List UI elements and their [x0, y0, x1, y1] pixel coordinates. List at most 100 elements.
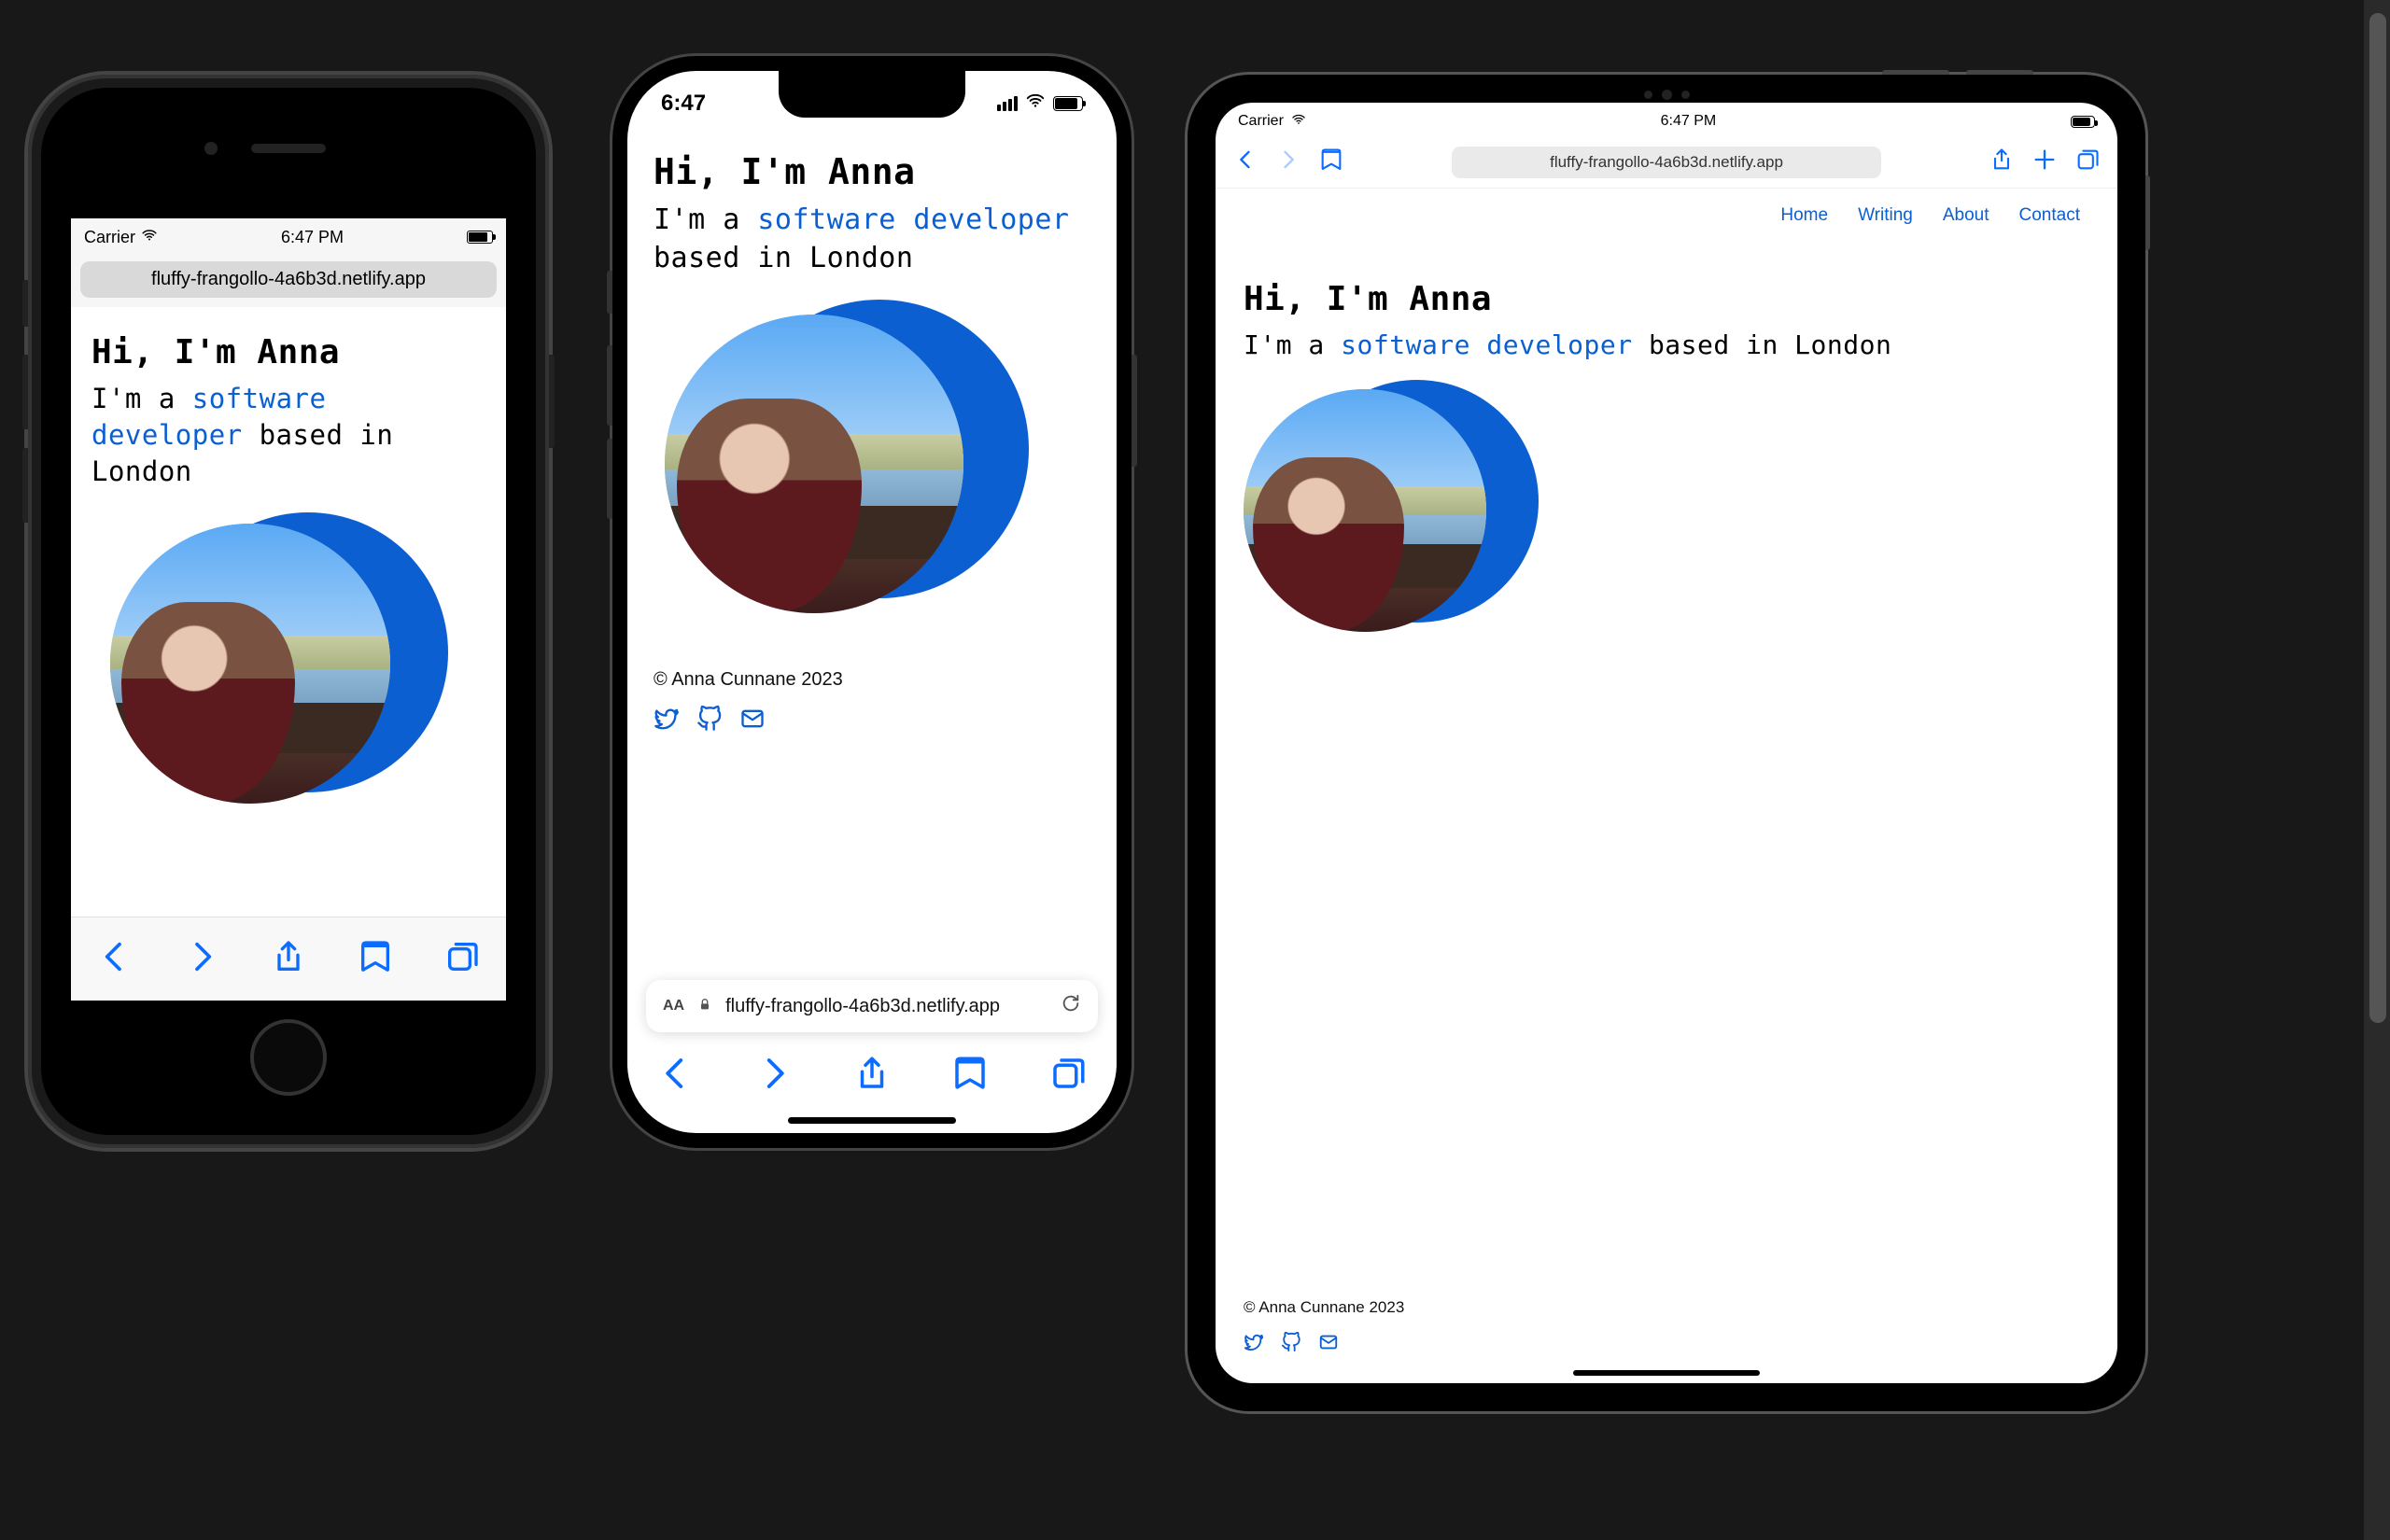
github-icon[interactable]	[696, 706, 723, 735]
url-text[interactable]: fluffy-frangollo-4a6b3d.netlify.app	[80, 261, 497, 298]
forward-icon[interactable]	[183, 938, 220, 980]
subtitle-suffix: based in London	[1633, 329, 1892, 360]
avatar-photo	[1244, 389, 1486, 632]
volume-up-button	[22, 355, 28, 429]
status-bar: Carrier 6:47 PM	[71, 218, 506, 256]
hero-avatar	[1244, 389, 1514, 660]
page-title: Hi, I'm Anna	[654, 151, 1090, 192]
nav-link-writing[interactable]: Writing	[1858, 205, 1913, 226]
page-body: Hi, I'm Anna I'm a software developer ba…	[1216, 243, 2117, 697]
twitter-icon[interactable]	[1244, 1332, 1264, 1357]
page-body: Hi, I'm Anna I'm a software developer ba…	[627, 136, 1117, 941]
wifi-icon	[141, 227, 158, 248]
page-body: Hi, I'm Anna I'm a software developer ba…	[71, 307, 506, 848]
power-button	[1132, 355, 1137, 467]
back-icon[interactable]	[1232, 147, 1258, 177]
subtitle-highlight: software developer	[757, 203, 1069, 236]
tabs-icon[interactable]	[443, 938, 481, 980]
device-screen: Carrier 6:47 PM fluffy-frangollo-4a6b3d.…	[71, 218, 506, 1001]
nav-link-about[interactable]: About	[1943, 205, 1989, 226]
device-ipad: Carrier 6:47 PM fluffy-frangollo-4a6b3d.…	[1188, 75, 2145, 1411]
share-icon[interactable]	[852, 1054, 892, 1098]
safari-toolbar	[71, 917, 506, 1001]
tabs-icon[interactable]	[1048, 1054, 1088, 1098]
clock: 6:47 PM	[281, 228, 344, 247]
page-footer: © Anna Cunnane 2023	[1244, 1270, 1404, 1357]
hero-avatar	[110, 524, 409, 822]
device-iphone-8: Carrier 6:47 PM fluffy-frangollo-4a6b3d.…	[28, 75, 549, 1148]
avatar-photo	[110, 524, 390, 804]
reload-icon[interactable]	[1061, 993, 1081, 1019]
volume-down-button	[607, 439, 612, 519]
page-title: Hi, I'm Anna	[1244, 280, 2089, 318]
safari-toolbar	[627, 1040, 1117, 1111]
device-screen: Carrier 6:47 PM fluffy-frangollo-4a6b3d.…	[1216, 103, 2117, 1383]
wifi-icon	[1291, 112, 1306, 132]
nav-link-contact[interactable]: Contact	[2019, 205, 2080, 226]
mail-icon[interactable]	[739, 706, 766, 735]
page-subtitle: I'm a software developer based in London	[654, 202, 1090, 277]
text-size-button[interactable]: AA	[663, 998, 684, 1015]
front-camera	[204, 142, 218, 155]
safari-toolbar: fluffy-frangollo-4a6b3d.netlify.app	[1216, 136, 2117, 189]
plus-icon[interactable]	[2032, 147, 2058, 177]
device-screen: 6:47 Hi, I'm Anna I'm a software develop…	[627, 71, 1117, 1133]
url-text[interactable]: fluffy-frangollo-4a6b3d.netlify.app	[1550, 153, 1783, 171]
forward-icon[interactable]	[1275, 147, 1301, 177]
copyright-text: © Anna Cunnane 2023	[654, 669, 1090, 691]
mute-switch	[607, 271, 612, 314]
wifi-icon	[1025, 91, 1046, 118]
cellular-signal-icon	[997, 96, 1018, 111]
volume-button	[1882, 70, 1949, 75]
carrier-label: Carrier	[1238, 113, 1284, 130]
battery-icon	[467, 231, 493, 244]
nav-link-home[interactable]: Home	[1780, 205, 1828, 226]
speaker-grille	[251, 144, 326, 153]
carrier-label: Carrier	[84, 228, 135, 247]
page-subtitle: I'm a software developer based in London	[1244, 328, 2089, 363]
scrollbar-thumb[interactable]	[2369, 13, 2386, 1023]
github-icon[interactable]	[1281, 1332, 1301, 1357]
forward-icon[interactable]	[754, 1054, 794, 1098]
lock-icon	[697, 996, 712, 1017]
volume-button	[1966, 70, 2033, 75]
subtitle-prefix: I'm a	[1244, 329, 1341, 360]
bookmarks-icon[interactable]	[950, 1054, 990, 1098]
subtitle-prefix: I'm a	[91, 383, 192, 414]
hero-avatar	[665, 315, 991, 641]
battery-icon	[2071, 116, 2095, 128]
safari-address-bar[interactable]: fluffy-frangollo-4a6b3d.netlify.app	[71, 256, 506, 307]
home-indicator[interactable]	[788, 1117, 956, 1124]
clock: 6:47	[661, 91, 706, 117]
mute-switch	[22, 280, 28, 327]
power-button	[2145, 175, 2150, 250]
device-bezel: Carrier 6:47 PM fluffy-frangollo-4a6b3d.…	[41, 88, 536, 1135]
book-icon[interactable]	[1318, 147, 1344, 177]
volume-up-button	[607, 345, 612, 426]
power-button	[549, 355, 555, 448]
tabs-icon[interactable]	[2074, 147, 2101, 177]
back-icon[interactable]	[96, 938, 134, 980]
mail-icon[interactable]	[1318, 1332, 1339, 1357]
social-links	[1244, 1332, 1404, 1357]
subtitle-highlight: software developer	[1341, 329, 1632, 360]
avatar-photo	[665, 315, 963, 613]
clock: 6:47 PM	[1661, 113, 1717, 130]
notch	[779, 71, 965, 118]
front-camera-array	[1626, 89, 1707, 100]
subtitle-prefix: I'm a	[654, 203, 757, 236]
page-subtitle: I'm a software developer based in London	[91, 381, 485, 490]
home-button[interactable]	[250, 1019, 327, 1096]
back-icon[interactable]	[656, 1054, 696, 1098]
page-scrollbar[interactable]	[2364, 0, 2390, 1540]
url-text[interactable]: fluffy-frangollo-4a6b3d.netlify.app	[725, 996, 1047, 1017]
share-icon[interactable]	[270, 938, 307, 980]
share-icon[interactable]	[1989, 147, 2015, 177]
home-indicator[interactable]	[1573, 1370, 1760, 1376]
bookmarks-icon[interactable]	[357, 938, 394, 980]
safari-address-bar[interactable]: AA fluffy-frangollo-4a6b3d.netlify.app	[646, 980, 1098, 1032]
site-nav: Home Writing About Contact	[1216, 189, 2117, 243]
twitter-icon[interactable]	[654, 706, 680, 735]
safari-address-bar[interactable]: fluffy-frangollo-4a6b3d.netlify.app	[1452, 147, 1881, 178]
battery-icon	[1053, 96, 1083, 111]
